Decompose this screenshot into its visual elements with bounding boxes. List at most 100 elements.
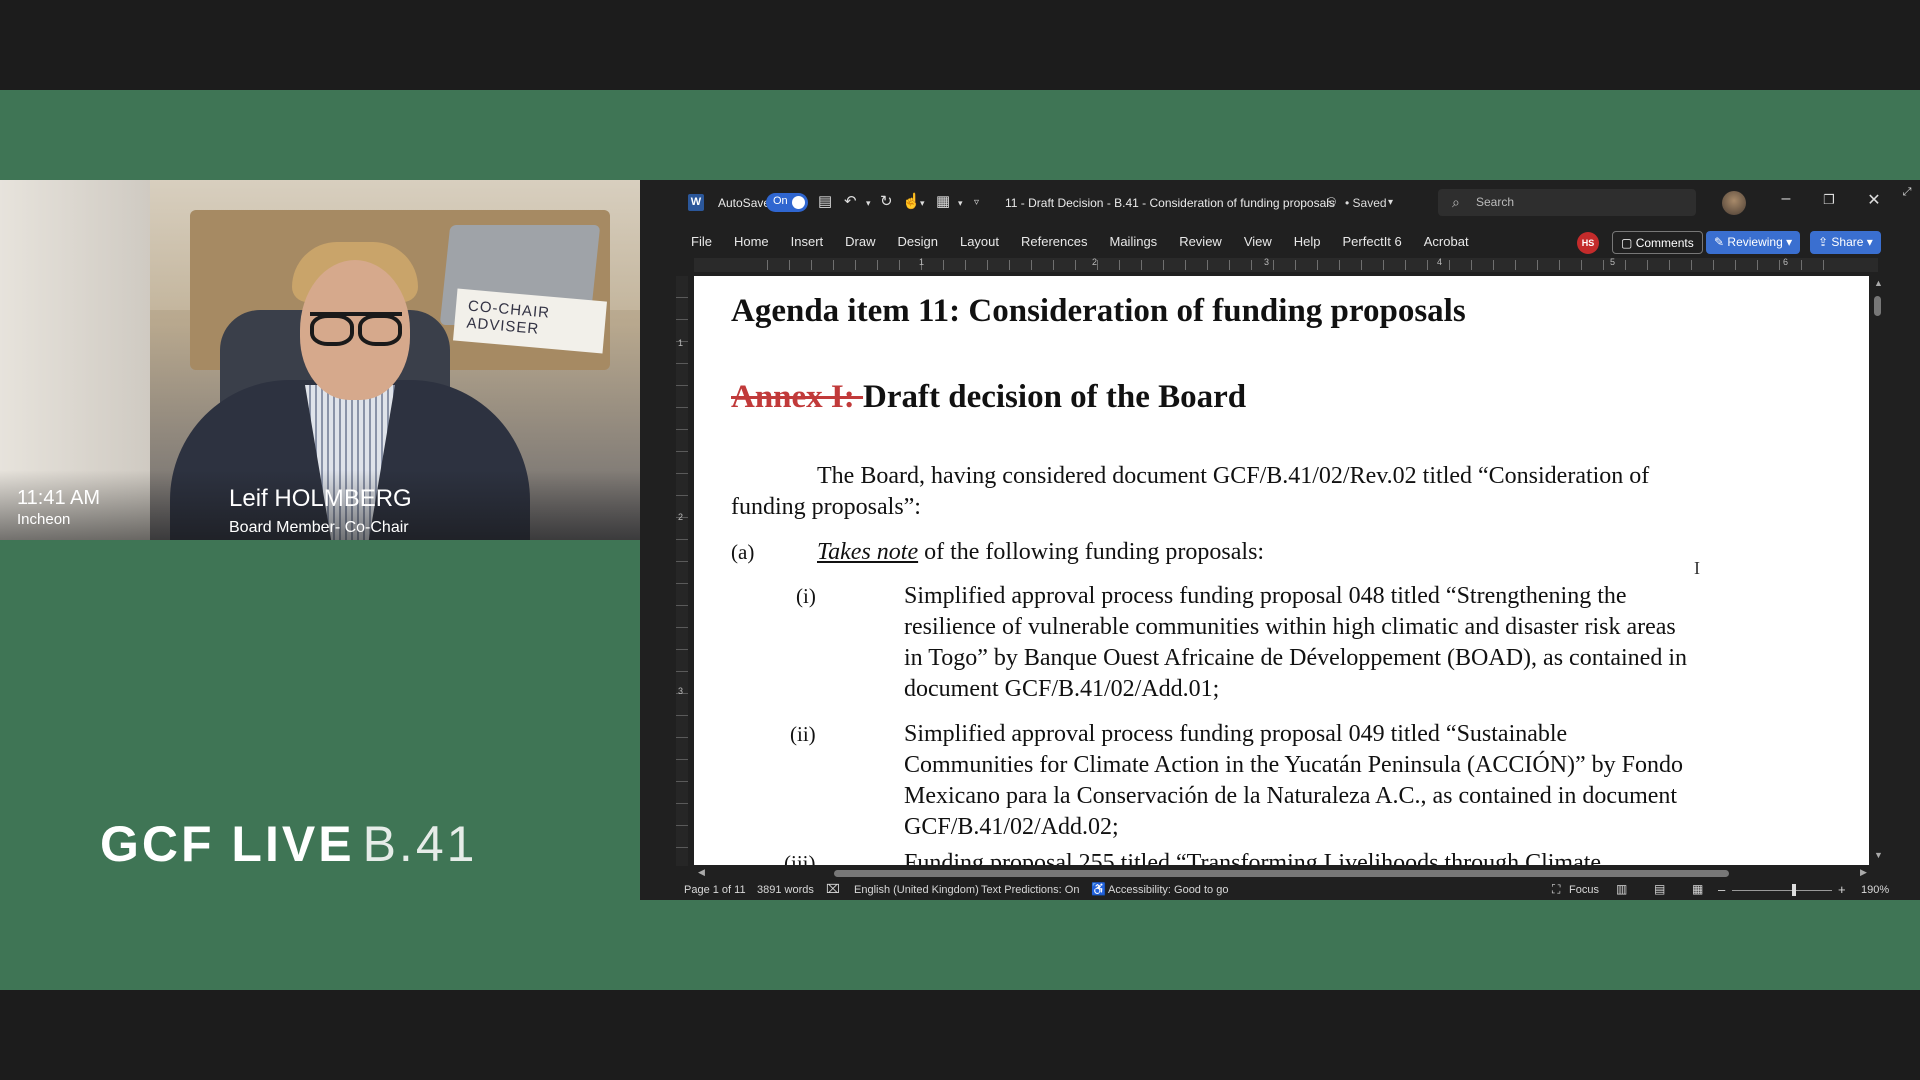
- autosave-toggle[interactable]: On: [766, 193, 808, 212]
- autosave-label: AutoSave: [718, 196, 771, 210]
- account-avatar[interactable]: [1722, 191, 1746, 215]
- zoom-slider-knob[interactable]: [1792, 884, 1796, 896]
- table-dropdown-icon[interactable]: ▾: [958, 198, 963, 209]
- intro-line-2: funding proposals”:: [731, 494, 921, 520]
- print-layout-icon[interactable]: ▤: [1654, 882, 1665, 896]
- user-initials-badge[interactable]: HS: [1577, 232, 1599, 254]
- restore-icon[interactable]: ❐: [1814, 192, 1844, 208]
- search-placeholder: Search: [1476, 195, 1515, 209]
- ruler-number: 6: [1783, 257, 1789, 267]
- tab-acrobat[interactable]: Acrobat: [1413, 234, 1480, 249]
- tracked-deletion: Annex I:: [731, 379, 864, 415]
- tab-layout[interactable]: Layout: [949, 234, 1010, 249]
- touch-dropdown-icon[interactable]: ▾: [920, 198, 925, 209]
- saved-status[interactable]: • Saved: [1345, 196, 1387, 210]
- intro-line-1: The Board, having considered document GC…: [817, 463, 1650, 489]
- reviewing-label: Reviewing: [1727, 235, 1783, 249]
- vertical-ruler[interactable]: 1 2 3: [676, 276, 688, 866]
- document-page[interactable]: Agenda item 11: Consideration of funding…: [694, 276, 1869, 865]
- focus-mode[interactable]: Focus: [1569, 884, 1599, 896]
- share-icon: ⇪: [1818, 235, 1829, 249]
- tab-design[interactable]: Design: [887, 234, 949, 249]
- tab-draw[interactable]: Draw: [834, 234, 886, 249]
- horizontal-ruler[interactable]: 1 2 3 4 5 6: [694, 257, 1878, 272]
- zoom-slider[interactable]: [1732, 890, 1832, 891]
- share-label: Share: [1831, 235, 1864, 249]
- video-speaker-glasses: [310, 312, 402, 346]
- tab-file[interactable]: File: [680, 234, 723, 249]
- zoom-level[interactable]: 190%: [1861, 884, 1889, 896]
- fullscreen-icon[interactable]: ⤢: [1892, 186, 1920, 199]
- web-layout-icon[interactable]: ▦: [1692, 882, 1703, 896]
- tab-home[interactable]: Home: [723, 234, 780, 249]
- share-button[interactable]: ⇪ Share ▾: [1810, 231, 1881, 254]
- minimize-icon[interactable]: –: [1771, 190, 1801, 208]
- scroll-right-icon[interactable]: ▶: [1860, 867, 1867, 878]
- reviewing-button[interactable]: ✎ Reviewing ▾: [1706, 231, 1801, 254]
- ruler-number: 1: [919, 257, 925, 267]
- tab-perfectit-6[interactable]: PerfectIt 6: [1332, 234, 1413, 249]
- tab-references[interactable]: References: [1010, 234, 1098, 249]
- close-icon[interactable]: ✕: [1859, 190, 1889, 210]
- speaker-name: Leif HOLMBERG: [229, 485, 412, 512]
- vruler-number: 1: [678, 338, 684, 348]
- brand-main: GCF LIVE: [100, 816, 355, 872]
- scroll-down-icon[interactable]: ▼: [1874, 850, 1883, 860]
- text-predictions[interactable]: Text Predictions: On: [981, 884, 1079, 896]
- status-bar: Page 1 of 11 3891 words ⌧ English (Unite…: [640, 880, 1920, 900]
- item-ii-text: Simplified approval process funding prop…: [904, 719, 1683, 843]
- read-mode-icon[interactable]: ▥: [1616, 882, 1627, 896]
- item-i-line: resilience of vulnerable communities wit…: [904, 614, 1676, 640]
- accessibility-status[interactable]: Accessibility: Good to go: [1108, 884, 1228, 896]
- customize-qat-icon[interactable]: ▿: [974, 197, 979, 208]
- video-time: 11:41 AM: [17, 487, 101, 509]
- letterbox-top: [0, 0, 1920, 90]
- item-label-a: (a): [731, 540, 755, 564]
- redo-icon[interactable]: ↻: [880, 192, 893, 210]
- scroll-up-icon[interactable]: ▲: [1874, 278, 1883, 288]
- touch-mode-icon[interactable]: ☝: [902, 192, 921, 210]
- table-icon[interactable]: ▦: [936, 192, 950, 210]
- tab-mailings[interactable]: Mailings: [1099, 234, 1169, 249]
- undo-icon[interactable]: ↶: [844, 192, 857, 210]
- subheading-text: Draft decision of the Board: [863, 379, 1247, 415]
- word-count[interactable]: 3891 words: [757, 884, 814, 896]
- shared-user-icon: ⚇: [1326, 195, 1337, 209]
- text-cursor-icon: I: [1694, 558, 1700, 578]
- ruler-number: 3: [1264, 257, 1270, 267]
- save-icon[interactable]: ▤: [818, 192, 832, 210]
- broadcast-brand: GCF LIVE B.41: [100, 815, 477, 873]
- search-box[interactable]: ⌕ Search: [1438, 189, 1696, 216]
- horizontal-scrollbar[interactable]: ◀ ▶: [694, 866, 1878, 880]
- item-i-line: Simplified approval process funding prop…: [904, 583, 1627, 609]
- saved-dropdown-icon[interactable]: ▾: [1388, 197, 1393, 208]
- vertical-scrollbar[interactable]: ▲ ▼: [1870, 276, 1886, 865]
- tab-insert[interactable]: Insert: [780, 234, 835, 249]
- language[interactable]: English (United Kingdom): [854, 884, 979, 896]
- item-i-text: Simplified approval process funding prop…: [904, 581, 1687, 705]
- comments-button[interactable]: ▢ Comments: [1612, 231, 1703, 254]
- item-label-iii: (iii): [784, 851, 816, 865]
- undo-dropdown-icon[interactable]: ▾: [866, 198, 871, 209]
- tab-view[interactable]: View: [1233, 234, 1283, 249]
- word-window: W AutoSave On ▤ ↶ ▾ ↻ ☝ ▾ ▦ ▾ ▿ 11 - Dra…: [640, 180, 1920, 900]
- vertical-scroll-thumb[interactable]: [1874, 296, 1881, 316]
- search-icon: ⌕: [1452, 194, 1460, 210]
- proofing-icon[interactable]: ⌧: [826, 882, 840, 896]
- page-count[interactable]: Page 1 of 11: [684, 884, 746, 896]
- zoom-in-icon[interactable]: +: [1838, 882, 1846, 897]
- item-i-line: document GCF/B.41/02/Add.01;: [904, 676, 1220, 702]
- comment-icon: ▢: [1621, 236, 1633, 250]
- scroll-left-icon[interactable]: ◀: [698, 867, 705, 878]
- item-ii-line: Mexicano para la Conservación de la Natu…: [904, 783, 1678, 809]
- document-title: 11 - Draft Decision - B.41 - Considerati…: [1005, 196, 1335, 210]
- tab-help[interactable]: Help: [1283, 234, 1332, 249]
- video-location: Incheon: [17, 511, 71, 528]
- document-heading: Agenda item 11: Consideration of funding…: [731, 293, 1466, 329]
- title-bar: W AutoSave On ▤ ↶ ▾ ↻ ☝ ▾ ▦ ▾ ▿ 11 - Dra…: [640, 180, 1920, 226]
- zoom-out-icon[interactable]: –: [1718, 882, 1725, 897]
- word-logo-icon: W: [688, 194, 704, 211]
- tab-review[interactable]: Review: [1168, 234, 1233, 249]
- item-ii-line: Communities for Climate Action in the Yu…: [904, 752, 1684, 778]
- horizontal-scroll-thumb[interactable]: [834, 870, 1729, 877]
